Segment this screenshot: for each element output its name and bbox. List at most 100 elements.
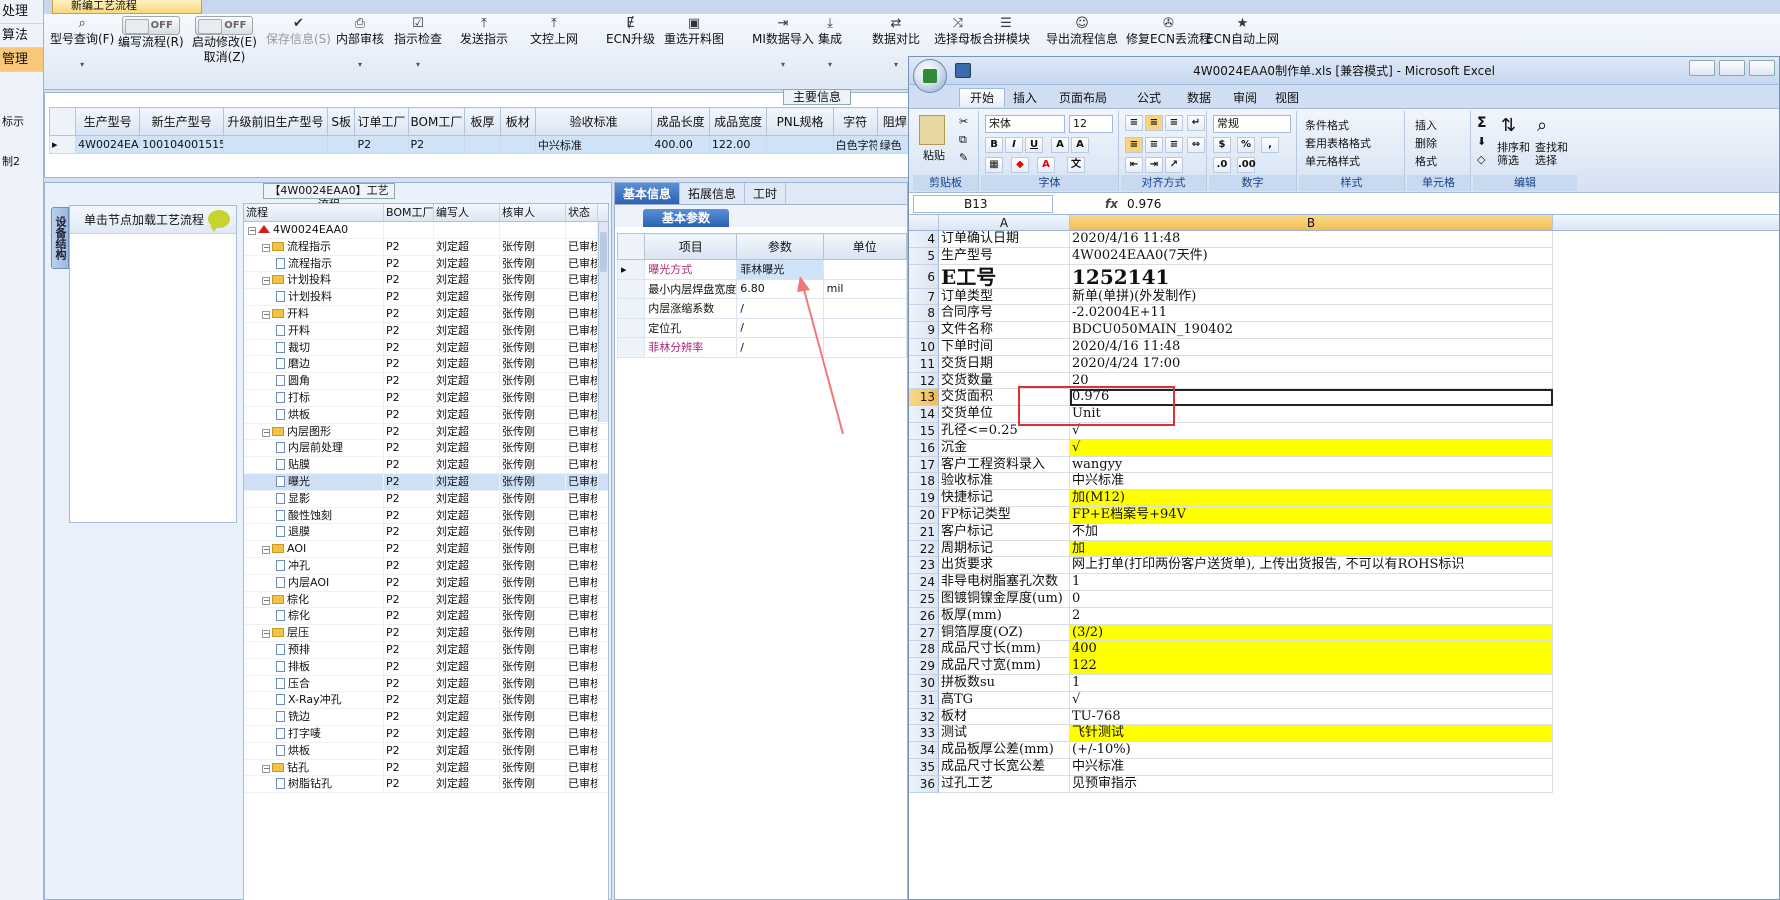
main-info-column-header[interactable]: 验收标准 <box>534 107 653 136</box>
row-number[interactable]: 30 <box>909 674 939 692</box>
cell-a[interactable]: 交货数量 <box>939 372 1070 390</box>
cell-b[interactable]: √ <box>1070 439 1553 457</box>
cell-a[interactable]: 交货日期 <box>939 355 1070 373</box>
main-info-column-header[interactable]: 升级前旧生产型号 <box>223 107 328 136</box>
row-number[interactable]: 6 <box>909 264 939 289</box>
row-number[interactable]: 14 <box>909 406 939 423</box>
cell-b[interactable]: 中兴标准 <box>1070 473 1553 491</box>
left-nav-item[interactable]: 制2 <box>0 152 43 172</box>
dropdown-arrow-icon[interactable]: ▾ <box>394 57 442 72</box>
comma-icon[interactable]: , <box>1261 137 1279 153</box>
tree-row[interactable]: 打字唛 P2 刘定超 张传刚 已审核 <box>244 725 608 743</box>
fill-color-icon[interactable]: ◆ <box>1011 157 1029 173</box>
toolbar-button-9[interactable]: Ɇ ECN升级 <box>606 16 655 47</box>
row-number[interactable]: 8 <box>909 305 939 323</box>
tree-node[interactable]: 烘板 <box>244 742 384 759</box>
cell-a[interactable]: E工号 <box>939 264 1070 289</box>
collapse-icon[interactable]: − <box>262 764 270 773</box>
cell-b[interactable]: 网上打单(打印两份客户送货单), 上传出货报告, 不可以有ROHS标识 <box>1070 557 1553 575</box>
ribbon-tab[interactable]: 视图 <box>1275 89 1299 107</box>
tree-row[interactable]: 压合 P2 刘定超 张传刚 已审核 <box>244 675 608 693</box>
tree-row[interactable]: 计划投料 P2 刘定超 张传刚 已审核 <box>244 289 608 306</box>
row-number[interactable]: 16 <box>909 439 939 457</box>
tree-column-header[interactable]: 流程 <box>244 204 384 221</box>
cell-b[interactable]: 20 <box>1070 372 1553 390</box>
dropdown-arrow-icon[interactable]: ▾ <box>818 57 842 72</box>
cell-a[interactable]: 出货要求 <box>939 557 1070 575</box>
tree-row[interactable]: − 棕化 P2 刘定超 张传刚 已审核 <box>244 591 608 609</box>
tree-scrollbar[interactable] <box>598 222 608 422</box>
row-number[interactable]: 31 <box>909 691 939 709</box>
tree-node[interactable]: 显影 <box>244 490 384 507</box>
tree-node[interactable]: X-Ray冲孔 <box>244 692 384 709</box>
align-right-icon[interactable]: ≡ <box>1165 137 1183 153</box>
row-number[interactable]: 10 <box>909 338 939 356</box>
cell-b[interactable]: 0 <box>1070 590 1553 608</box>
align-center-icon[interactable]: ≡ <box>1145 137 1163 153</box>
tree-node[interactable]: 排板 <box>244 658 384 675</box>
tree-row[interactable]: − 计划投料 P2 刘定超 张传刚 已审核 <box>244 272 608 290</box>
toolbar-button-3[interactable]: OFF 启动修改(E) 取消(Z) <box>192 16 257 65</box>
param-column-header[interactable]: 单位 <box>822 233 908 260</box>
toolbar-button-7[interactable]: ⤒ 发送指示 <box>460 16 508 47</box>
tree-column-header[interactable]: 编写人 <box>434 204 500 221</box>
info-tab[interactable]: 工时 <box>745 183 787 204</box>
param-column-header[interactable]: 参数 <box>736 233 824 260</box>
cell-a[interactable]: 生产型号 <box>939 247 1070 265</box>
increase-decimal-icon[interactable]: .0 <box>1213 157 1231 173</box>
tree-node[interactable]: 退膜 <box>244 524 384 541</box>
cell-b[interactable]: √ <box>1070 422 1553 440</box>
main-info-cell[interactable] <box>766 135 834 154</box>
main-info-cell[interactable] <box>326 135 356 154</box>
ribbon-tab[interactable]: 插入 <box>1013 89 1037 107</box>
row-number[interactable]: 34 <box>909 742 939 759</box>
cell-a[interactable]: 铜箔厚度(OZ) <box>939 624 1070 642</box>
format-painter-icon[interactable]: ✎ <box>959 151 968 164</box>
tree-row[interactable]: 内层AOI P2 刘定超 张传刚 已审核 <box>244 574 608 592</box>
tree-node[interactable]: 流程指示 <box>244 255 384 272</box>
tree-row[interactable]: 烘板 P2 刘定超 张传刚 已审核 <box>244 742 608 760</box>
row-number[interactable]: 32 <box>909 708 939 726</box>
main-info-cell[interactable] <box>464 135 501 154</box>
row-number[interactable]: 23 <box>909 557 939 575</box>
document-tab[interactable]: 新编工艺流程 <box>52 0 202 14</box>
save-icon[interactable] <box>955 63 971 78</box>
row-number[interactable]: 18 <box>909 473 939 491</box>
tree-node[interactable]: 内层前处理 <box>244 440 384 457</box>
main-info-cell[interactable]: 122.00 <box>708 135 768 154</box>
name-box[interactable]: B13 <box>913 195 1053 213</box>
row-number[interactable]: 22 <box>909 540 939 558</box>
cell-a[interactable]: 周期标记 <box>939 540 1070 558</box>
cell-b[interactable]: 1 <box>1070 674 1553 692</box>
tree-row[interactable]: 裁切 P2 刘定超 张传刚 已审核 <box>244 339 608 357</box>
select-all-corner[interactable] <box>909 215 939 230</box>
minimize-icon[interactable] <box>1689 60 1715 76</box>
delete-button[interactable]: 删除 <box>1415 135 1437 151</box>
tree-node[interactable]: 压合 <box>244 675 384 692</box>
font-color-icon[interactable]: A <box>1037 157 1055 173</box>
cell-a[interactable]: 下单时间 <box>939 338 1070 356</box>
row-number[interactable]: 26 <box>909 607 939 625</box>
tree-node[interactable]: 冲孔 <box>244 557 384 574</box>
cut-icon[interactable]: ✂ <box>959 115 968 128</box>
row-number[interactable]: 29 <box>909 658 939 675</box>
tree-row[interactable]: − 4W0024EAA0 <box>244 222 608 239</box>
tree-row[interactable]: − 开料 P2 刘定超 张传刚 已审核 <box>244 305 608 323</box>
toolbar-button-5[interactable]: ⎙ 内部审核 ▾ <box>336 16 384 72</box>
cell-b[interactable]: 2020/4/16 11:48 <box>1070 338 1553 356</box>
tree-row[interactable]: 显影 P2 刘定超 张传刚 已审核 <box>244 490 608 508</box>
tree-row[interactable]: 贴膜 P2 刘定超 张传刚 已审核 <box>244 457 608 474</box>
toolbar-button-6[interactable]: ☑ 指示检查 ▾ <box>394 16 442 72</box>
toolbar-button-4[interactable]: ✔ 保存信息(S) <box>266 16 331 47</box>
left-nav-item-selected[interactable]: 管理 <box>0 48 43 72</box>
main-info-column-header[interactable]: S板 <box>326 107 356 136</box>
cell-a[interactable]: 订单确认日期 <box>939 231 1070 248</box>
main-info-cell[interactable]: P2 <box>407 135 466 154</box>
cell-a[interactable]: 客户标记 <box>939 523 1070 541</box>
formula-value[interactable]: 0.976 <box>1127 193 1161 215</box>
main-info-cell[interactable]: 400.00 <box>651 135 710 154</box>
main-info-column-header[interactable]: 订单工厂 <box>354 107 409 136</box>
row-number[interactable]: 36 <box>909 775 939 793</box>
tree-node[interactable]: − 棕化 <box>244 591 384 608</box>
bold-icon[interactable]: B <box>985 137 1003 153</box>
